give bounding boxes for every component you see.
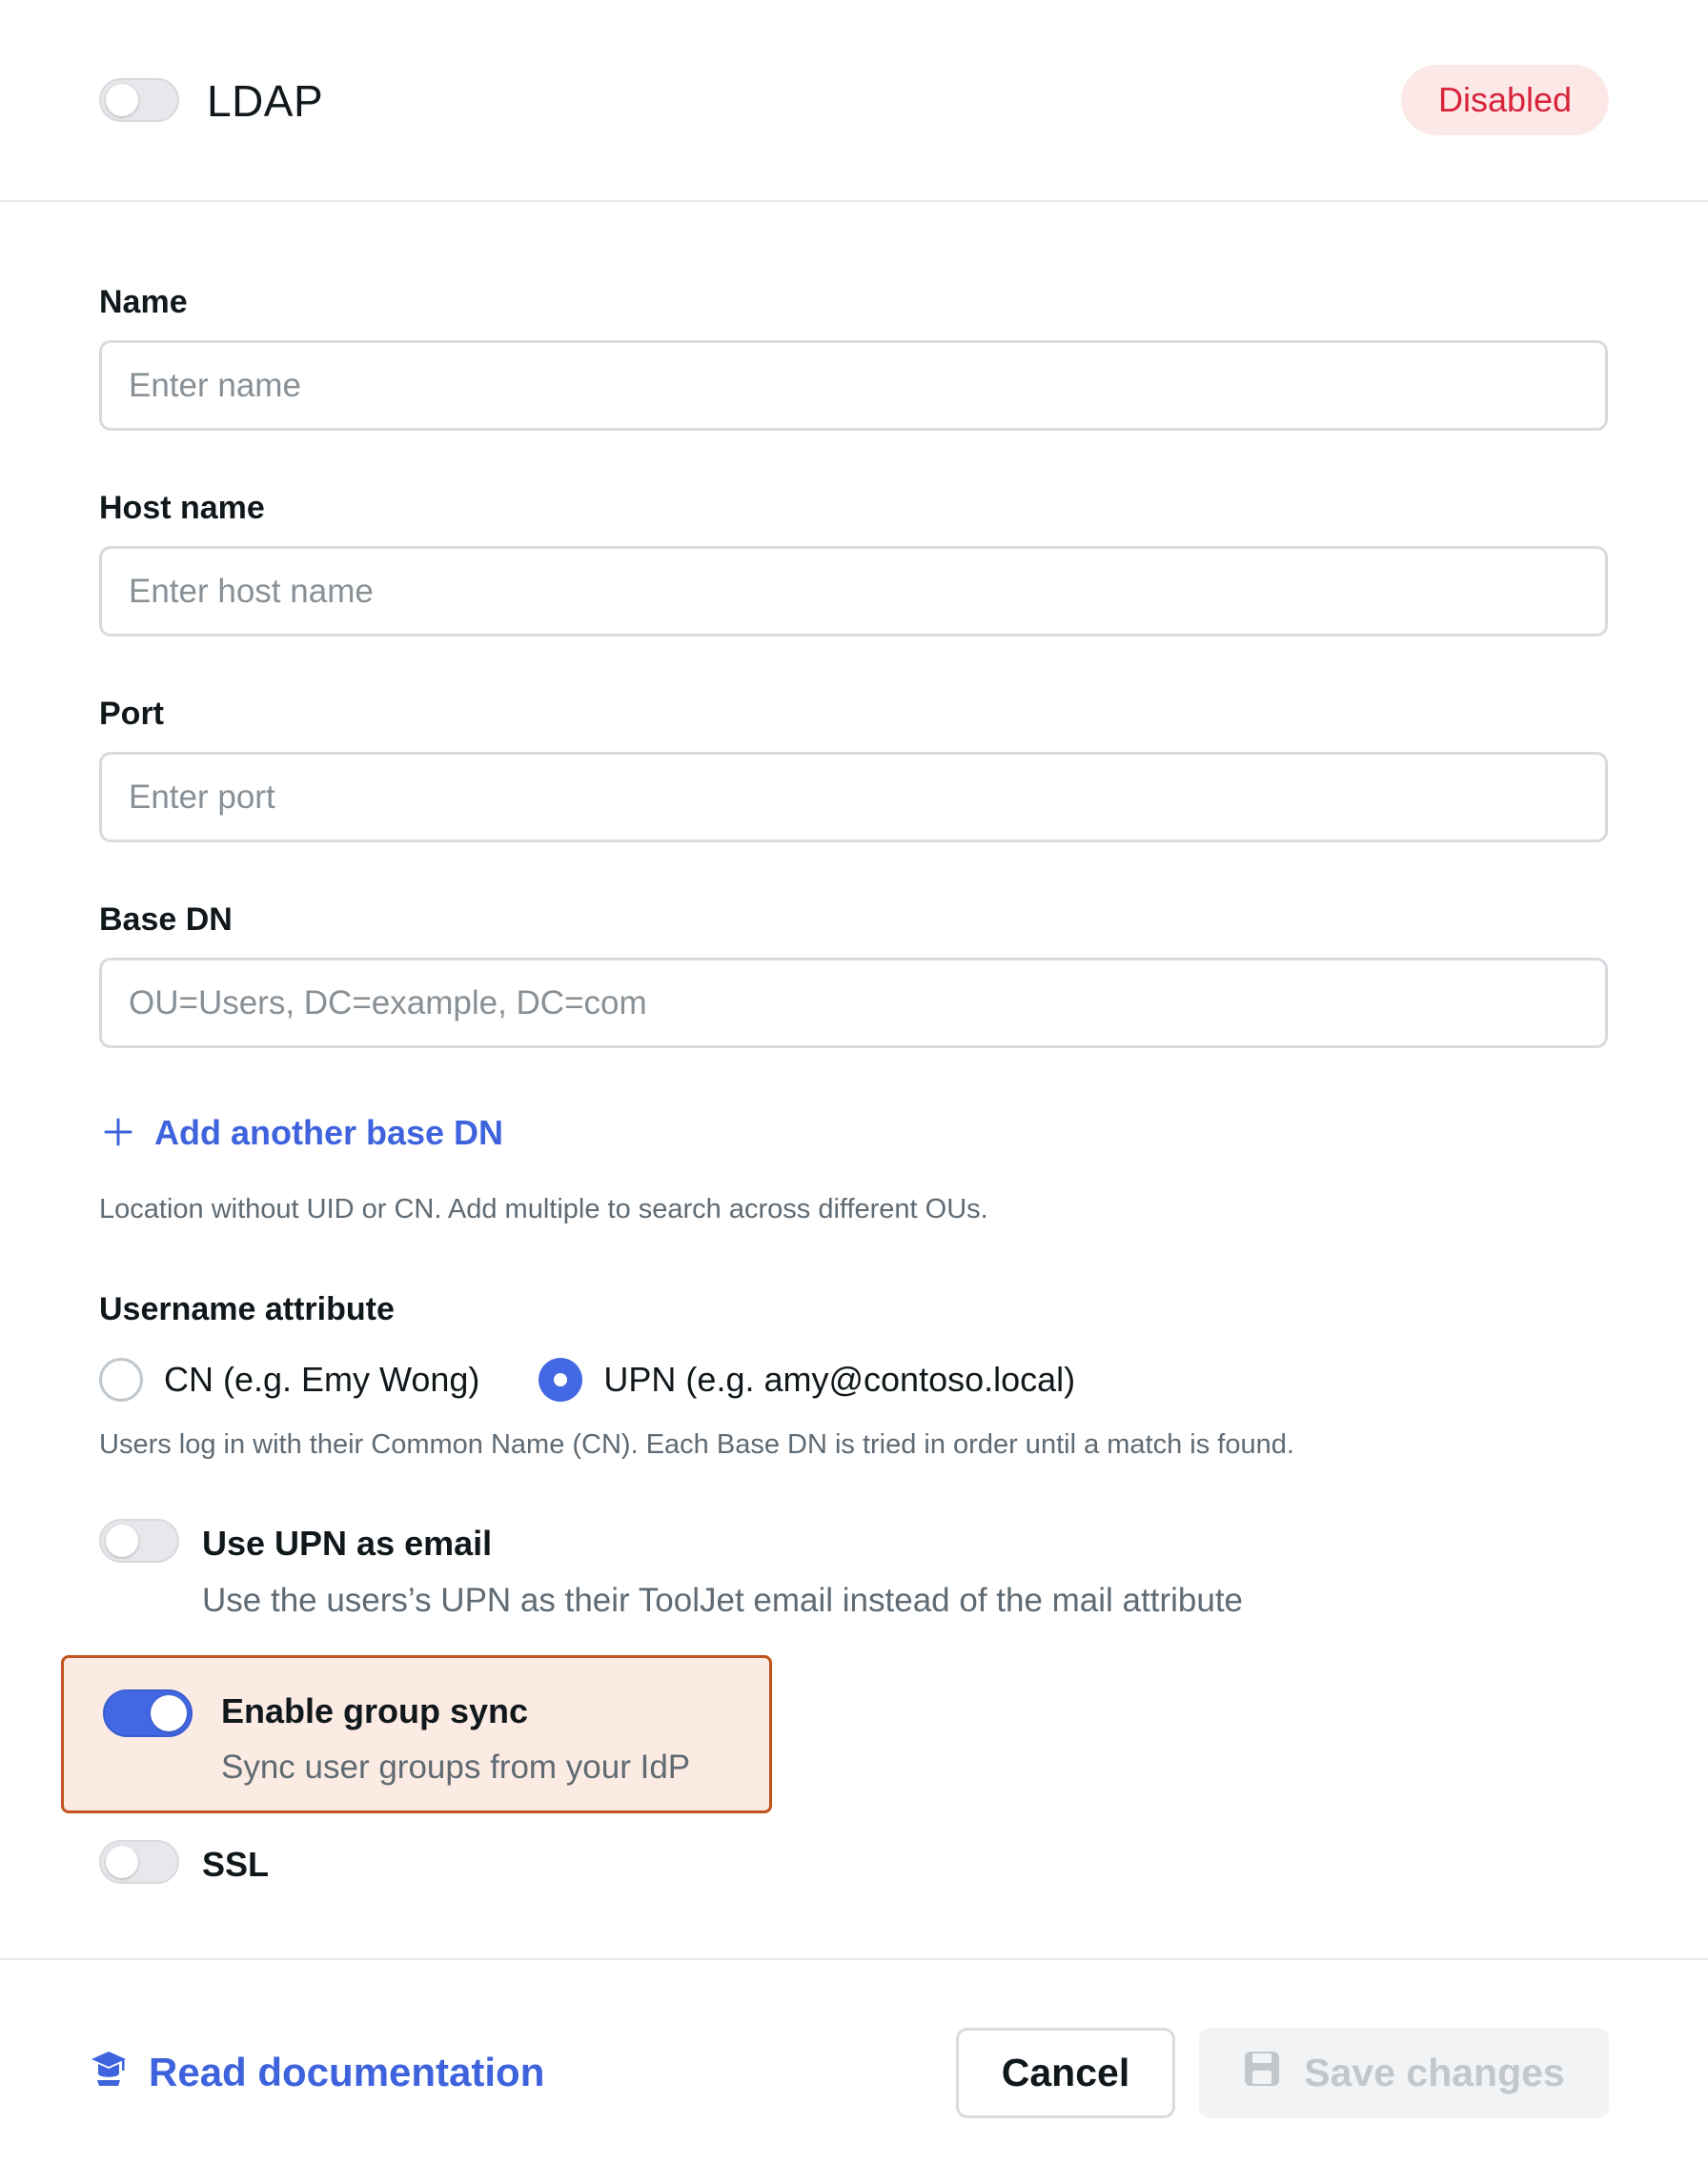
- toggle-knob: [151, 1695, 187, 1731]
- username-attribute-label: Username attribute: [99, 1291, 395, 1327]
- host-name-input[interactable]: [99, 546, 1608, 637]
- add-base-dn-button[interactable]: Add another base DN: [99, 1110, 503, 1156]
- ssl-toggle[interactable]: [99, 1840, 179, 1884]
- group-sync-toggle[interactable]: [103, 1689, 193, 1737]
- group-sync-description: Sync user groups from your IdP: [221, 1749, 691, 1786]
- save-changes-label: Save changes: [1304, 2051, 1565, 2094]
- port-input[interactable]: [99, 752, 1608, 842]
- ssl-title: SSL: [202, 1845, 270, 1884]
- ldap-enable-toggle[interactable]: [99, 78, 179, 122]
- use-upn-email-title: Use UPN as email: [202, 1524, 493, 1563]
- radio-option-upn[interactable]: UPN (e.g. amy@contoso.local): [539, 1358, 1075, 1402]
- name-input[interactable]: [99, 340, 1608, 431]
- plus-icon: [99, 1110, 137, 1156]
- page-title: LDAP: [207, 76, 324, 126]
- read-documentation-label: Read documentation: [149, 2050, 545, 2094]
- cancel-button[interactable]: Cancel: [956, 2028, 1175, 2118]
- graduation-cap-icon: [90, 2049, 128, 2096]
- save-changes-button[interactable]: Save changes: [1199, 2028, 1609, 2118]
- username-attribute-options: CN (e.g. Emy Wong) UPN (e.g. amy@contoso…: [99, 1358, 1075, 1402]
- base-dn-help-text: Location without UID or CN. Add multiple…: [99, 1194, 988, 1224]
- radio-cn-label: CN (e.g. Emy Wong): [164, 1360, 480, 1399]
- name-label: Name: [99, 284, 188, 320]
- toggle-knob: [106, 1525, 138, 1557]
- add-base-dn-label: Add another base DN: [154, 1113, 504, 1152]
- use-upn-email-description: Use the users’s UPN as their ToolJet ema…: [202, 1582, 1244, 1619]
- status-badge: Disabled: [1401, 65, 1609, 135]
- group-sync-title: Enable group sync: [221, 1691, 529, 1730]
- port-label: Port: [99, 696, 164, 732]
- read-documentation-link[interactable]: Read documentation: [90, 2049, 544, 2096]
- header: LDAP Disabled: [0, 0, 1708, 202]
- base-dn-label: Base DN: [99, 901, 233, 938]
- username-attribute-help-text: Users log in with their Common Name (CN)…: [99, 1429, 1294, 1460]
- base-dn-input[interactable]: [99, 958, 1608, 1048]
- use-upn-email-toggle[interactable]: [99, 1519, 179, 1563]
- host-name-label: Host name: [99, 490, 265, 526]
- radio-upn[interactable]: [539, 1358, 583, 1402]
- floppy-disk-icon: [1243, 2050, 1281, 2097]
- radio-upn-label: UPN (e.g. amy@contoso.local): [603, 1360, 1076, 1399]
- radio-option-cn[interactable]: CN (e.g. Emy Wong): [99, 1358, 479, 1402]
- toggle-knob: [106, 84, 138, 116]
- toggle-knob: [106, 1846, 138, 1878]
- radio-cn[interactable]: [99, 1358, 143, 1402]
